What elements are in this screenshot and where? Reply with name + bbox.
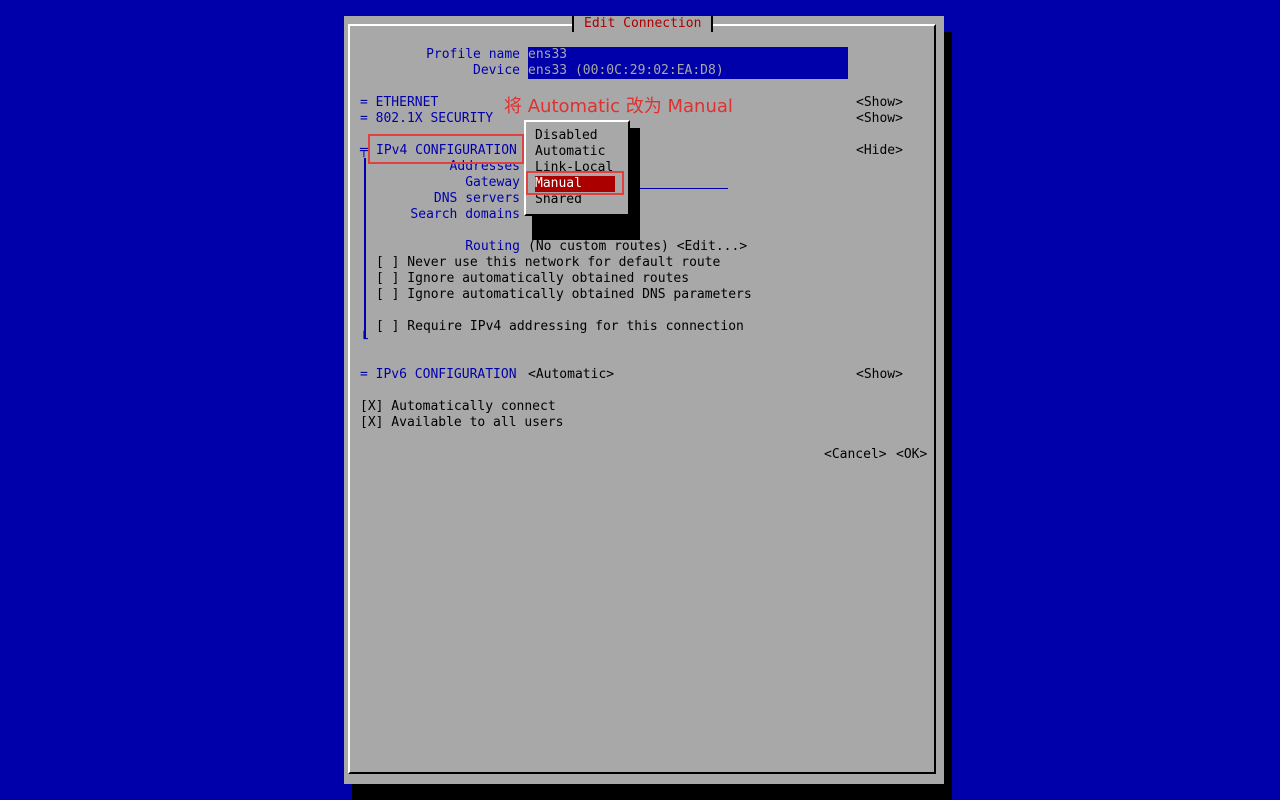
ignore-dns-checkbox[interactable]: [ ] Ignore automatically obtained DNS pa…	[376, 287, 752, 303]
manual-highlight-box	[526, 171, 624, 195]
ipv4-hide-button[interactable]: <Hide>	[856, 143, 903, 159]
profile-name-value: ens33	[528, 47, 568, 62]
annotation-instruction: 将 Automatic 改为 Manual	[504, 96, 733, 117]
ipv4-highlight-box	[368, 134, 524, 164]
auto-connect-checkbox[interactable]: [X] Automatically connect	[360, 399, 556, 415]
ipv6-section-label: = IPv6 CONFIGURATION	[360, 367, 517, 382]
device-label: Device	[473, 63, 520, 78]
routing-edit-button[interactable]: (No custom routes) <Edit...>	[528, 239, 747, 255]
ipv4-tree-marker: ╤	[360, 143, 368, 158]
routing-label: Routing	[465, 239, 520, 254]
dialog-title: Edit Connection	[572, 16, 714, 32]
menu-item-disabled[interactable]: Disabled	[535, 128, 598, 144]
ipv4-tree-end: └	[360, 332, 368, 347]
menu-item-automatic[interactable]: Automatic	[535, 144, 605, 160]
security-section-label: = 802.1X SECURITY	[360, 111, 494, 126]
require-ipv4-checkbox[interactable]: [ ] Require IPv4 addressing for this con…	[376, 319, 744, 335]
device-input[interactable]: ens33 (00:0C:29:02:EA:D8)	[528, 63, 848, 79]
ipv4-method-dropdown-menu: Disabled Automatic Link-Local Manual Sha…	[524, 120, 630, 216]
ok-button[interactable]: <OK>	[896, 447, 927, 463]
profile-name-input[interactable]: ens33	[528, 47, 848, 63]
device-value: ens33 (00:0C:29:02:EA:D8)	[528, 63, 724, 78]
ipv6-show-button[interactable]: <Show>	[856, 367, 903, 383]
ipv6-method-dropdown[interactable]: <Automatic>	[528, 367, 614, 383]
cancel-button[interactable]: <Cancel>	[824, 447, 887, 463]
ipv4-tree-line	[364, 158, 366, 338]
security-show-button[interactable]: <Show>	[856, 111, 903, 127]
profile-name-label: Profile name	[426, 47, 520, 62]
ignore-routes-checkbox[interactable]: [ ] Ignore automatically obtained routes	[376, 271, 689, 287]
never-default-route-checkbox[interactable]: [ ] Never use this network for default r…	[376, 255, 720, 271]
all-users-checkbox[interactable]: [X] Available to all users	[360, 415, 564, 431]
search-domains-label: Search domains	[410, 207, 520, 222]
gateway-label: Gateway	[465, 175, 520, 190]
dns-servers-label: DNS servers	[433, 191, 520, 206]
ethernet-show-button[interactable]: <Show>	[856, 95, 903, 111]
ethernet-section-label: = ETHERNET	[360, 95, 439, 110]
